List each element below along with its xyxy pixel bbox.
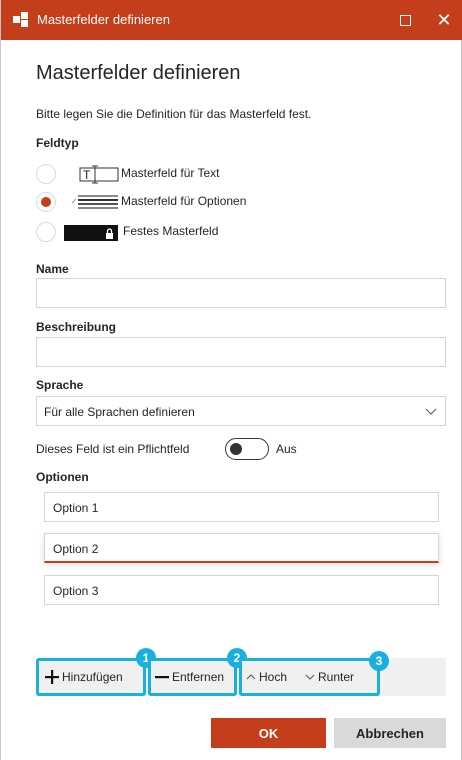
- option-item[interactable]: Option 1: [44, 492, 439, 522]
- close-button[interactable]: ✕: [425, 0, 462, 40]
- move-down-button[interactable]: Runter: [305, 670, 354, 684]
- description-input[interactable]: [36, 337, 446, 367]
- text-field-icon: T: [79, 165, 119, 184]
- close-icon: ✕: [436, 9, 452, 30]
- option-item[interactable]: Option 3: [44, 575, 439, 605]
- title-bar[interactable]: Masterfelder definieren ✕: [1, 0, 462, 40]
- move-up-button[interactable]: Hoch: [246, 670, 287, 684]
- name-input[interactable]: [36, 278, 446, 308]
- name-label: Name: [36, 262, 69, 276]
- move-down-label: Runter: [318, 670, 355, 684]
- toggle-state-label: Aus: [276, 442, 297, 456]
- maximize-icon: [399, 14, 411, 26]
- language-dropdown[interactable]: Für alle Sprachen definieren: [36, 396, 446, 426]
- radio-button-selected[interactable]: [36, 192, 56, 212]
- description-label: Beschreibung: [36, 320, 117, 334]
- dialog-window: Masterfelder definieren ✕ Masterfelder d…: [0, 0, 462, 760]
- svg-text:T: T: [83, 168, 91, 182]
- radio-label-options: Masterfeld für Optionen: [121, 194, 247, 208]
- option-text: Option 2: [53, 542, 99, 556]
- options-list-icon: [71, 195, 118, 209]
- radio-label-fixed: Festes Masterfeld: [123, 224, 219, 238]
- cancel-button[interactable]: Abbrechen: [334, 718, 446, 748]
- option-text: Option 1: [53, 501, 99, 515]
- language-label: Sprache: [36, 378, 84, 392]
- chevron-down-icon: [425, 408, 437, 415]
- plus-icon: [45, 670, 59, 684]
- ok-button[interactable]: OK: [211, 718, 326, 748]
- option-text: Option 3: [53, 584, 99, 598]
- dialog-description: Bitte legen Sie die Definition für das M…: [36, 107, 312, 121]
- minus-icon: [155, 676, 169, 679]
- maximize-button[interactable]: [385, 0, 425, 40]
- language-selected-value: Für alle Sprachen definieren: [44, 405, 195, 419]
- field-type-label: Feldtyp: [36, 136, 79, 150]
- chevron-down-icon: [305, 674, 315, 680]
- radio-label-text: Masterfeld für Text: [121, 166, 220, 180]
- window-title: Masterfelder definieren: [37, 12, 170, 27]
- radio-options-field[interactable]: Masterfeld für Optionen: [36, 192, 336, 212]
- required-toggle[interactable]: [225, 438, 269, 460]
- options-list: Option 1 Option 2 Option 3: [36, 490, 446, 620]
- chevron-up-icon: [246, 674, 256, 680]
- app-icon: [13, 12, 28, 27]
- add-button-label: Hinzufügen: [62, 670, 123, 684]
- radio-text-field[interactable]: T Masterfeld für Text: [36, 164, 336, 184]
- options-label: Optionen: [36, 470, 89, 484]
- locked-field-icon: [64, 225, 118, 241]
- radio-button[interactable]: [36, 164, 56, 184]
- add-button[interactable]: Hinzufügen: [36, 658, 146, 696]
- toggle-knob: [230, 443, 242, 455]
- radio-fixed-field[interactable]: Festes Masterfeld: [36, 222, 336, 242]
- badge-3: 3: [369, 651, 389, 671]
- remove-button-label: Entfernen: [172, 670, 225, 684]
- move-up-label: Hoch: [259, 670, 288, 684]
- dialog-heading: Masterfelder definieren: [36, 62, 241, 84]
- option-item-active[interactable]: Option 2: [44, 533, 439, 563]
- required-field-label: Dieses Feld ist ein Pflichtfeld: [36, 442, 190, 456]
- remove-button[interactable]: Entfernen: [148, 658, 237, 696]
- move-buttons-group: Hoch Runter: [239, 658, 380, 696]
- radio-button[interactable]: [36, 222, 56, 242]
